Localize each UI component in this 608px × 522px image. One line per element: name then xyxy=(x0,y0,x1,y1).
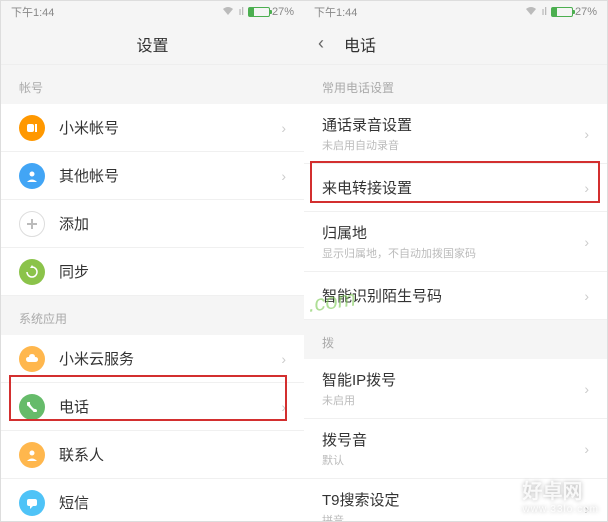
row-contacts[interactable]: 联系人 xyxy=(1,431,304,479)
chevron-right-icon: › xyxy=(584,501,589,517)
chevron-right-icon: › xyxy=(584,234,589,250)
row-sub: 未启用自动录音 xyxy=(322,137,584,153)
phone-settings-content: 常用电话设置 通话录音设置 未启用自动录音 › 来电转接设置 › 归属地 显示归… xyxy=(304,65,607,521)
wifi-icon xyxy=(525,6,537,19)
header: ‹ 电话 xyxy=(304,23,607,65)
sync-icon xyxy=(19,259,45,285)
page-title: 设置 xyxy=(136,32,168,56)
chevron-right-icon: › xyxy=(281,351,286,367)
plus-icon xyxy=(19,211,45,237)
section-header-common: 常用电话设置 xyxy=(304,65,607,104)
row-phone[interactable]: 电话 › xyxy=(1,383,304,431)
row-label: 通话录音设置 xyxy=(322,114,584,135)
chevron-right-icon: › xyxy=(281,120,286,136)
row-label: 来电转接设置 xyxy=(322,177,584,198)
row-label: 其他帐号 xyxy=(59,165,281,186)
row-xiaomi-account[interactable]: 小米帐号 › xyxy=(1,104,304,152)
row-label: 智能IP拨号 xyxy=(322,369,584,390)
row-sub: 拼音 xyxy=(322,512,584,521)
row-label: 联系人 xyxy=(59,444,286,465)
row-other-accounts[interactable]: 其他帐号 › xyxy=(1,152,304,200)
row-label: T9搜索设定 xyxy=(322,489,584,510)
chevron-right-icon: › xyxy=(584,441,589,457)
row-dial-tone[interactable]: 拨号音 默认 › xyxy=(304,419,607,479)
section-header-dial: 拨 xyxy=(304,320,607,359)
status-time: 下午1:44 xyxy=(11,4,54,20)
battery-indicator: 27% xyxy=(248,6,294,18)
row-label: 归属地 xyxy=(322,222,584,243)
back-arrow-icon[interactable]: ‹ xyxy=(318,33,324,54)
section-header-accounts: 帐号 xyxy=(1,65,304,104)
row-sms[interactable]: 短信 xyxy=(1,479,304,521)
phone-icon xyxy=(19,394,45,420)
settings-content: 帐号 小米帐号 › 其他帐号 › 添加 xyxy=(1,65,304,521)
settings-screen: 下午1:44 ıl 27% 设置 帐号 小米帐号 › xyxy=(1,1,304,521)
row-location[interactable]: 归属地 显示归属地，不自动加拨国家码 › xyxy=(304,212,607,272)
row-call-recording[interactable]: 通话录音设置 未启用自动录音 › xyxy=(304,104,607,164)
header: 设置 xyxy=(1,23,304,65)
chevron-right-icon: › xyxy=(584,381,589,397)
status-bar: 下午1:44 ıl 27% xyxy=(304,1,607,23)
row-label: 短信 xyxy=(59,492,286,513)
page-title: 电话 xyxy=(344,32,376,56)
chevron-right-icon: › xyxy=(584,126,589,142)
row-sync[interactable]: 同步 xyxy=(1,248,304,296)
row-sub: 未启用 xyxy=(322,392,584,408)
chevron-right-icon: › xyxy=(584,180,589,196)
user-icon xyxy=(19,163,45,189)
row-sub: 显示归属地，不自动加拨国家码 xyxy=(322,245,584,261)
signal-icon: ıl xyxy=(238,6,244,18)
row-label: 添加 xyxy=(59,213,286,234)
mi-icon xyxy=(19,115,45,141)
row-label: 智能识别陌生号码 xyxy=(322,285,584,306)
row-t9-search[interactable]: T9搜索设定 拼音 › xyxy=(304,479,607,521)
row-unknown-caller-id[interactable]: 智能识别陌生号码 › xyxy=(304,272,607,320)
signal-icon: ıl xyxy=(541,6,547,18)
wifi-icon xyxy=(222,6,234,19)
row-add[interactable]: 添加 xyxy=(1,200,304,248)
cloud-icon xyxy=(19,346,45,372)
section-header-system: 系统应用 xyxy=(1,296,304,335)
row-call-forwarding[interactable]: 来电转接设置 › xyxy=(304,164,607,212)
sms-icon xyxy=(19,490,45,516)
row-xiaomi-cloud[interactable]: 小米云服务 › xyxy=(1,335,304,383)
row-label: 小米帐号 xyxy=(59,117,281,138)
battery-indicator: 27% xyxy=(551,6,597,18)
status-bar: 下午1:44 ıl 27% xyxy=(1,1,304,23)
status-time: 下午1:44 xyxy=(314,4,357,20)
row-label: 小米云服务 xyxy=(59,348,281,369)
person-icon xyxy=(19,442,45,468)
chevron-right-icon: › xyxy=(281,399,286,415)
row-label: 同步 xyxy=(59,261,286,282)
row-label: 拨号音 xyxy=(322,429,584,450)
phone-settings-screen: 下午1:44 ıl 27% ‹ 电话 常用电话设置 通话录音设置 未启用自动录音… xyxy=(304,1,607,521)
row-sub: 默认 xyxy=(322,452,584,468)
chevron-right-icon: › xyxy=(281,168,286,184)
chevron-right-icon: › xyxy=(584,288,589,304)
row-smart-ip-dial[interactable]: 智能IP拨号 未启用 › xyxy=(304,359,607,419)
row-label: 电话 xyxy=(59,396,281,417)
